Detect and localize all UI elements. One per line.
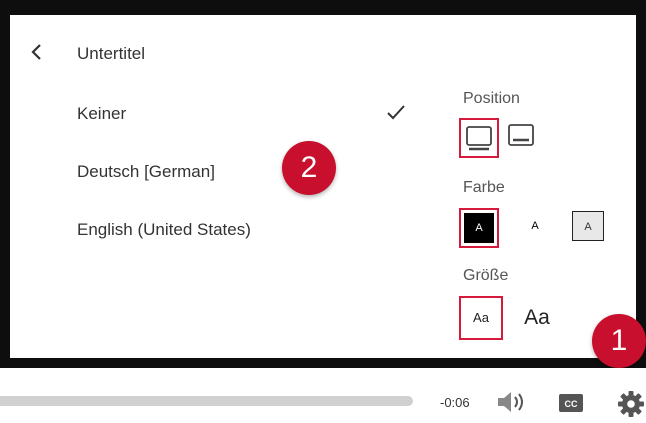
position-bottom-button[interactable] <box>459 118 499 158</box>
subtitle-settings-panel: Untertitel Keiner Deutsch [German] Engli… <box>10 15 636 358</box>
position-overlay-button[interactable] <box>503 118 543 158</box>
progress-bar[interactable] <box>0 396 413 406</box>
color-outlined-button[interactable]: A <box>570 208 610 248</box>
position-label: Position <box>463 90 520 107</box>
color-swatch-black: A <box>464 213 494 243</box>
callout-badge-one: 1 <box>592 314 646 368</box>
subtitle-option-german[interactable]: Deutsch [German] <box>77 162 215 182</box>
size-small-button[interactable]: Aa <box>459 296 503 340</box>
back-arrow-icon[interactable] <box>30 42 44 62</box>
color-label: Farbe <box>463 179 505 196</box>
size-label: Größe <box>463 267 509 284</box>
subtitle-option-keiner[interactable]: Keiner <box>77 104 126 124</box>
color-black-on-white-button[interactable]: A <box>517 208 557 248</box>
closed-captions-icon[interactable]: CC <box>559 394 583 417</box>
player-control-bar: -0:06 CC <box>0 368 646 423</box>
video-player: Untertitel Keiner Deutsch [German] Engli… <box>0 0 646 368</box>
gear-icon[interactable] <box>617 390 645 423</box>
caption-position-bottom-icon <box>466 126 492 151</box>
time-remaining: -0:06 <box>440 395 470 410</box>
svg-text:CC: CC <box>565 399 578 409</box>
caption-position-overlay-icon <box>508 124 534 146</box>
color-white-on-black-button[interactable]: A <box>459 208 499 248</box>
panel-title: Untertitel <box>77 44 146 63</box>
checkmark-icon <box>384 100 408 124</box>
color-swatch-grey: A <box>572 211 604 241</box>
subtitle-option-english[interactable]: English (United States) <box>77 220 251 240</box>
callout-badge-two: 2 <box>282 141 336 195</box>
volume-icon[interactable] <box>496 390 530 419</box>
size-large-button[interactable]: Aa <box>515 300 559 336</box>
color-swatch-white: A <box>520 211 550 241</box>
